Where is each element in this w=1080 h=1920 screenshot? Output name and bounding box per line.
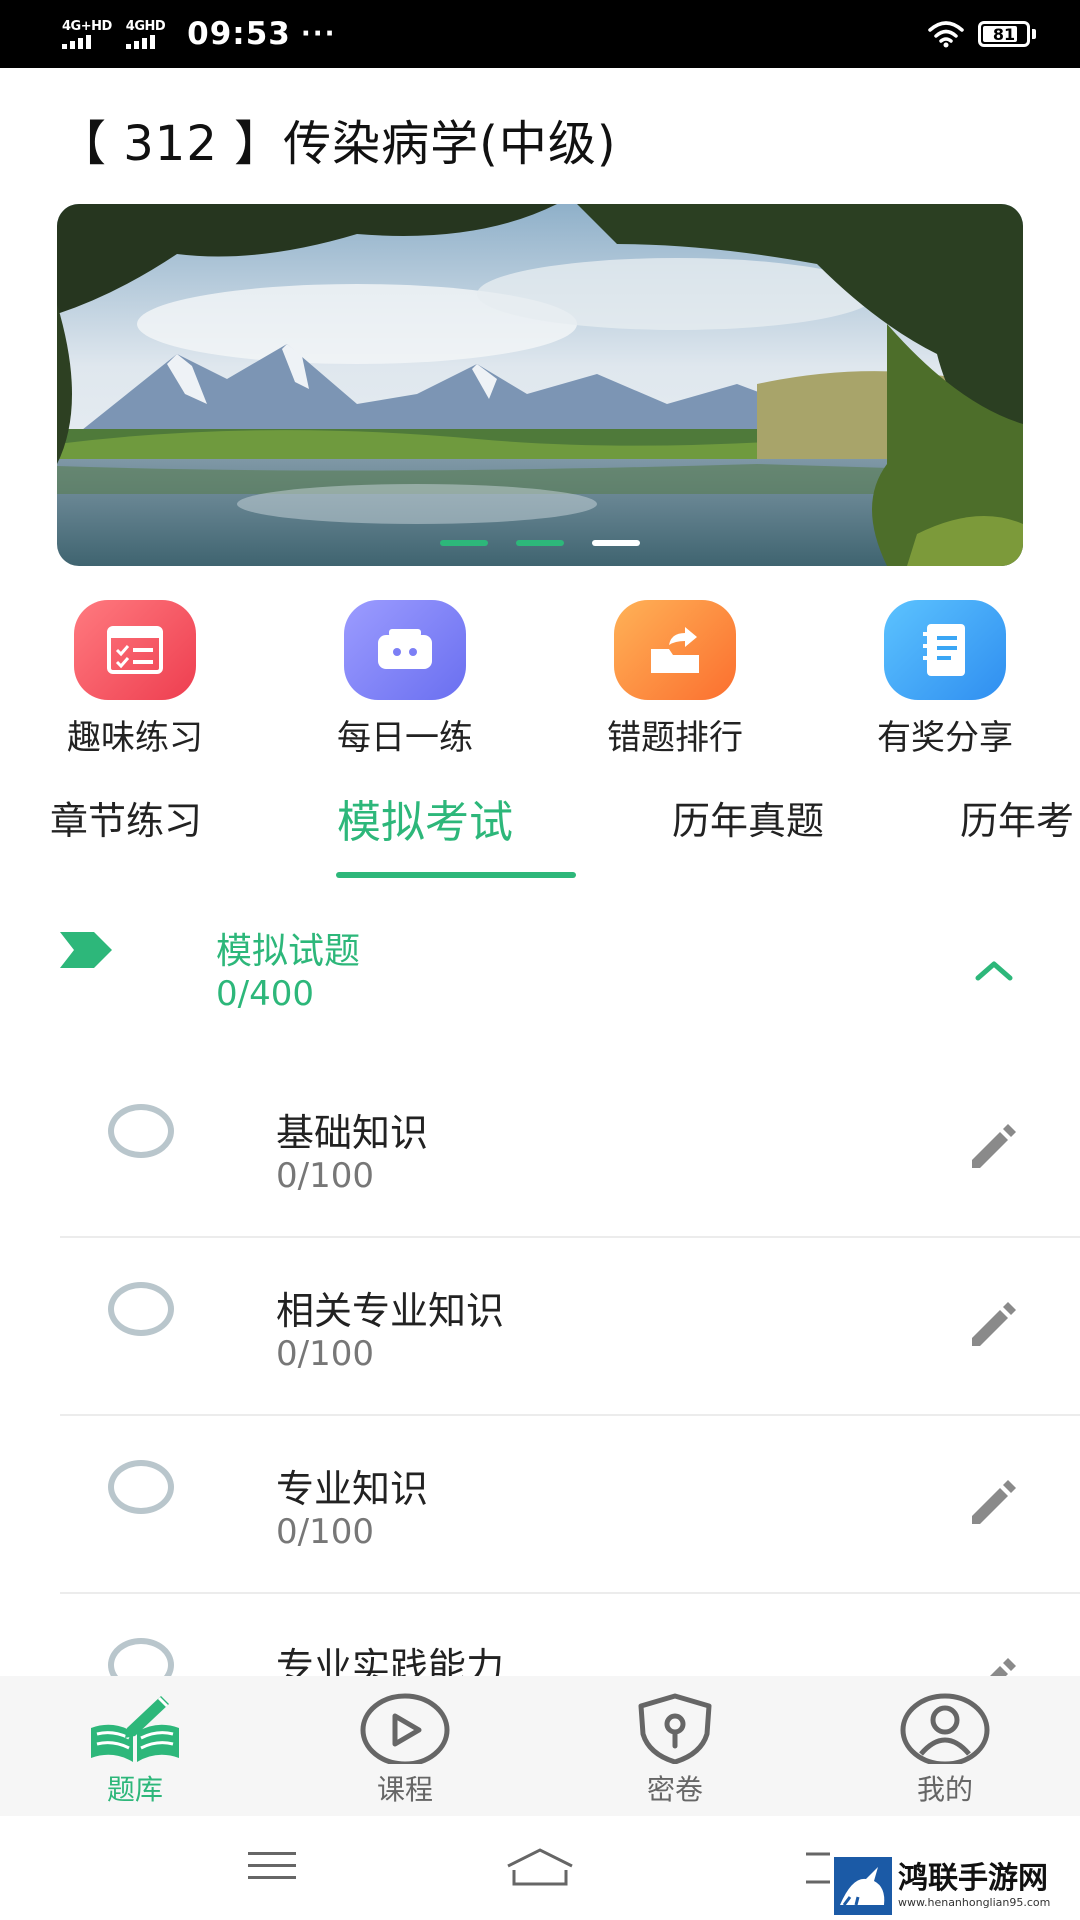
notebook-icon — [884, 600, 1006, 700]
sim1-label: 4G+HD — [62, 18, 112, 34]
checklist-icon — [74, 600, 196, 700]
flag-arrow-icon — [60, 932, 112, 968]
share-box-icon — [614, 600, 736, 700]
menu-icon[interactable] — [244, 1846, 300, 1886]
signal-bars-icon — [62, 34, 91, 49]
radio-button[interactable] — [108, 1104, 174, 1158]
nav-label: 题库 — [106, 1773, 163, 1806]
wifi-icon — [928, 21, 964, 48]
quick-action-daily-practice[interactable]: 每日一练 — [270, 600, 540, 759]
tab-past-exams[interactable]: 历年真题 — [672, 790, 824, 845]
signal-bars-icon — [125, 34, 155, 49]
quick-action-label: 有奖分享 — [877, 718, 1013, 758]
list-item[interactable]: 相关专业知识 0/100 — [0, 1238, 1080, 1416]
battery-tip — [1032, 29, 1036, 39]
carousel-dot[interactable] — [516, 540, 564, 546]
chevron-up-icon[interactable] — [972, 956, 1016, 984]
list-item[interactable]: 专业知识 0/100 — [0, 1416, 1080, 1594]
watermark-title: 鸿联手游网 — [898, 1861, 1048, 1896]
home-icon[interactable] — [504, 1846, 576, 1890]
nav-courses[interactable]: 课程 — [270, 1676, 540, 1816]
tab-past-tests[interactable]: 历年考 — [960, 790, 1074, 845]
bottom-nav: 题库 课程 密卷 我的 — [0, 1676, 1080, 1816]
item-count: 0/100 — [276, 1334, 374, 1374]
quick-action-reward-share[interactable]: 有奖分享 — [810, 600, 1080, 759]
banner-carousel[interactable] — [57, 204, 1023, 566]
carousel-indicator — [57, 540, 1023, 546]
battery-icon: 81 — [978, 21, 1030, 47]
book-pen-icon — [91, 1696, 179, 1762]
nav-label: 我的 — [916, 1773, 973, 1806]
pencil-icon[interactable] — [966, 1296, 1022, 1352]
nav-mine[interactable]: 我的 — [810, 1676, 1080, 1816]
radio-button[interactable] — [108, 1460, 174, 1514]
tab-bar: 章节练习 模拟考试 历年真题 历年考 — [0, 778, 1080, 882]
item-count: 0/100 — [276, 1156, 374, 1196]
quick-action-fun-practice[interactable]: 趣味练习 — [0, 600, 270, 759]
list-item[interactable]: 基础知识 0/100 — [0, 1060, 1080, 1238]
radio-button[interactable] — [108, 1282, 174, 1336]
site-watermark: 鸿联手游网 www.henanhonglian95.com — [834, 1852, 1080, 1920]
carousel-dot[interactable] — [592, 540, 640, 546]
exam-list: 基础知识 0/100 相关专业知识 0/100 专业知识 0/100 专业实践能… — [0, 1060, 1080, 1772]
nav-label: 密卷 — [646, 1773, 703, 1806]
status-time: 09:53 — [187, 16, 291, 52]
section-count: 0/400 — [216, 974, 314, 1014]
signal-sim1: 4G+HD — [62, 20, 112, 49]
item-count: 0/100 — [276, 1512, 374, 1552]
banner-landscape-image — [57, 204, 1023, 566]
status-bar: 4G+HD 4GHD 09:53 ··· 81 — [0, 0, 1080, 68]
page-title: 【 312 】传染病学(中级) — [58, 116, 617, 172]
item-title: 基础知识 — [276, 1111, 429, 1155]
shield-lock-icon — [638, 1693, 712, 1764]
item-title: 相关专业知识 — [276, 1289, 505, 1333]
radio-box-icon — [344, 600, 466, 700]
quick-actions: 趣味练习 每日一练 错题排行 有奖分享 — [0, 600, 1080, 759]
tab-chapter-practice[interactable]: 章节练习 — [50, 790, 202, 845]
sim2-label: 4GHD — [125, 18, 166, 34]
section-header[interactable]: 模拟试题 0/400 — [0, 912, 1080, 1032]
quick-action-wrong-ranking[interactable]: 错题排行 — [540, 600, 810, 759]
battery-percent: 81 — [992, 24, 1016, 44]
quick-action-label: 每日一练 — [337, 718, 473, 758]
nav-question-bank[interactable]: 题库 — [0, 1676, 270, 1816]
pencil-icon[interactable] — [966, 1474, 1022, 1530]
active-tab-indicator — [336, 872, 576, 878]
pencil-icon[interactable] — [966, 1118, 1022, 1174]
nav-secret-papers[interactable]: 密卷 — [540, 1676, 810, 1816]
item-title: 专业知识 — [276, 1467, 429, 1511]
section-title: 模拟试题 — [216, 931, 361, 972]
play-circle-icon — [360, 1693, 450, 1764]
more-notifications-icon: ··· — [300, 19, 337, 49]
signal-sim2: 4GHD — [125, 18, 166, 49]
quick-action-label: 趣味练习 — [67, 718, 203, 758]
carousel-dot[interactable] — [440, 540, 488, 546]
quick-action-label: 错题排行 — [607, 718, 743, 758]
watermark-url: www.henanhonglian95.com — [898, 1896, 1051, 1909]
watermark-logo — [834, 1857, 892, 1915]
user-circle-icon — [900, 1693, 990, 1764]
nav-label: 课程 — [376, 1773, 433, 1806]
tab-mock-exam[interactable]: 模拟考试 — [337, 786, 513, 850]
